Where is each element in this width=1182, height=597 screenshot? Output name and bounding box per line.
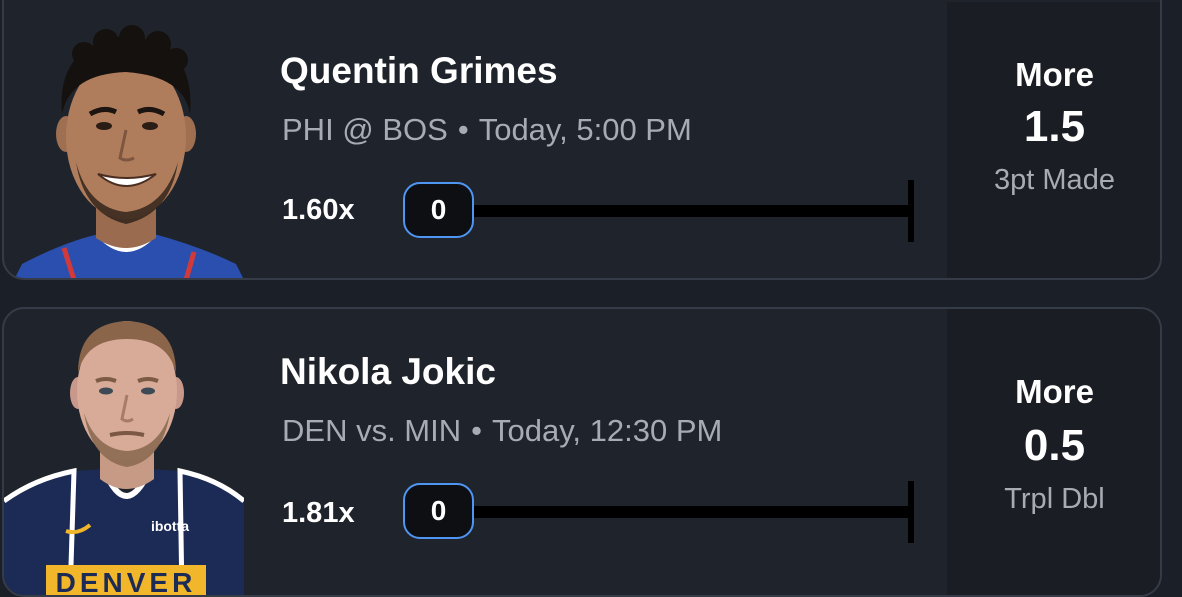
stat-type: Trpl Dbl — [1004, 483, 1105, 515]
player-headshot: DENVER ibotta — [4, 309, 244, 597]
progress-target-marker — [908, 481, 914, 543]
progress-line — [472, 506, 908, 518]
progress-value-pill: 0 — [403, 483, 474, 539]
pick-direction: More — [1015, 56, 1094, 93]
payout-multiplier: 1.81x — [282, 497, 355, 529]
line-value: 1.5 — [1023, 102, 1086, 151]
pick-card[interactable]: DENVER ibotta Nikola Jokic DEN vs. MIN •… — [2, 307, 1162, 597]
progress-value-pill: 0 — [403, 182, 474, 238]
progress-track: 0 — [402, 180, 914, 242]
matchup: PHI @ BOS — [282, 112, 448, 147]
game-time: Today, 12:30 PM — [491, 413, 723, 448]
game-info: PHI @ BOS • Today, 5:00 PM — [282, 112, 692, 148]
pick-direction: More — [1015, 373, 1094, 410]
player-headshot — [4, 2, 244, 278]
payout-multiplier: 1.60x — [282, 194, 355, 226]
matchup: DEN vs. MIN — [282, 413, 462, 448]
progress-track: 0 — [402, 481, 914, 543]
progress-line — [472, 205, 908, 217]
progress-target-marker — [908, 180, 914, 242]
separator-dot: • — [457, 112, 469, 147]
pick-card[interactable]: Quentin Grimes PHI @ BOS • Today, 5:00 PM … — [2, 0, 1162, 280]
jersey-sponsor: ibotta — [151, 518, 189, 534]
player-name: Quentin Grimes — [280, 50, 558, 91]
jersey-wordmark: DENVER — [56, 567, 197, 597]
pick-projection-panel[interactable]: More 1.5 3pt Made — [947, 2, 1160, 278]
separator-dot: • — [471, 413, 482, 448]
pick-projection-panel[interactable]: More 0.5 Trpl Dbl — [947, 309, 1160, 595]
game-info: DEN vs. MIN • Today, 12:30 PM — [282, 413, 722, 449]
player-name: Nikola Jokic — [280, 351, 496, 392]
line-value: 0.5 — [1023, 421, 1086, 470]
game-time: Today, 5:00 PM — [478, 112, 692, 147]
stat-type: 3pt Made — [994, 164, 1115, 196]
